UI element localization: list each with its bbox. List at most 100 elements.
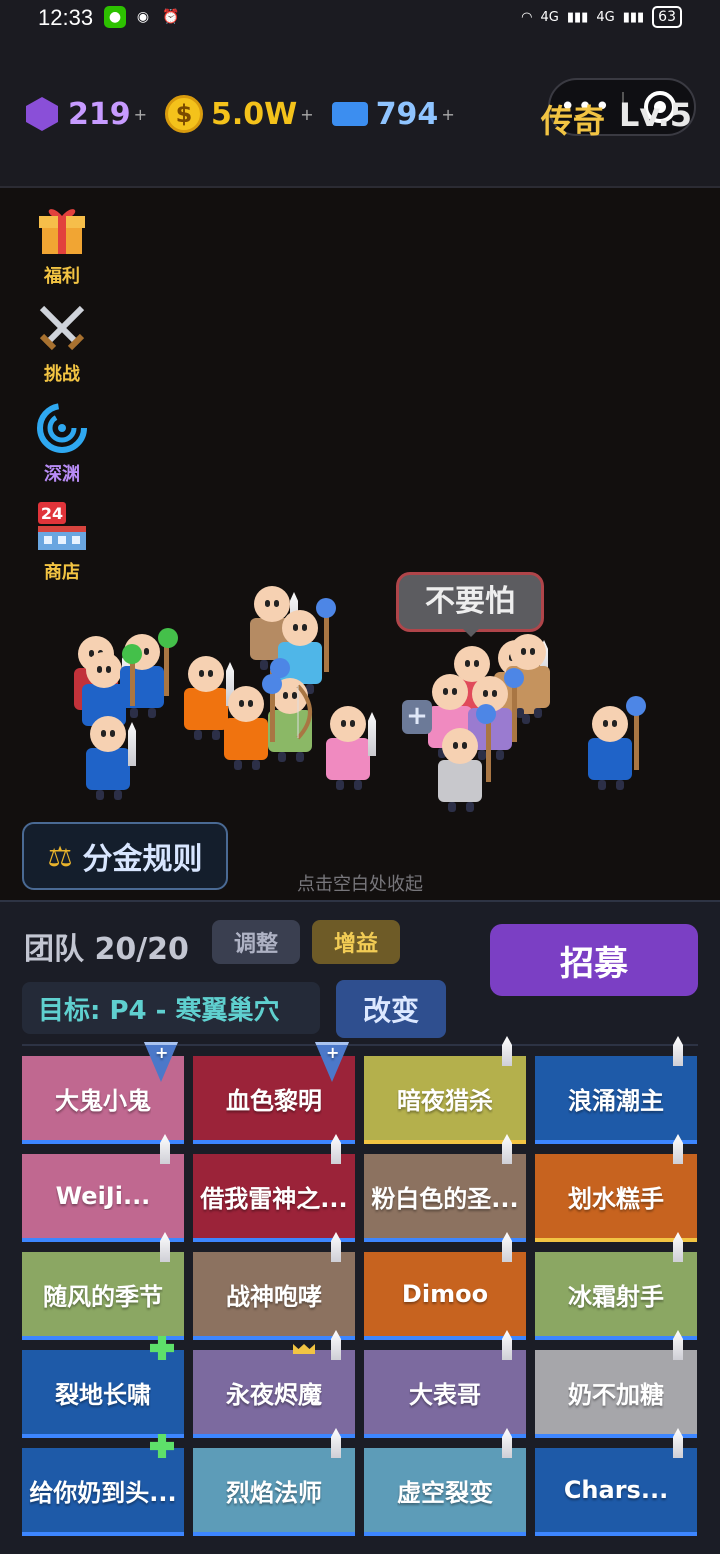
side-button-label: 挑战: [44, 364, 80, 385]
signal-icon: ▮▮▮: [566, 9, 589, 25]
staff: [512, 682, 517, 742]
hero-unit[interactable]: [588, 706, 632, 790]
team-panel: 团队 20/20 调整 增益 招募 目标: P4 - 寒翼巢穴 改变 大鬼小鬼 血…: [0, 900, 720, 1554]
green-orb-icon: [122, 644, 142, 664]
ticket-icon: [331, 102, 368, 126]
staff: [486, 722, 491, 782]
member-card[interactable]: 血色黎明: [193, 1042, 355, 1144]
staff: [634, 708, 639, 770]
coin-count: 5.0W: [211, 96, 298, 132]
member-card[interactable]: 奶不加糖: [535, 1330, 697, 1438]
coin-plus[interactable]: +: [300, 105, 313, 124]
network-1-label: 4G: [540, 9, 559, 25]
member-card[interactable]: 永夜烬魔: [193, 1330, 355, 1438]
member-card[interactable]: 裂地长啸: [22, 1336, 184, 1438]
member-name: 奶不加糖: [568, 1380, 664, 1409]
member-card[interactable]: 冰霜射手: [535, 1232, 697, 1340]
change-target-button[interactable]: 改变: [336, 980, 446, 1038]
side-button-abyss[interactable]: 深渊: [30, 402, 94, 486]
side-button-welfare[interactable]: 福利: [30, 204, 94, 288]
member-card[interactable]: 随风的季节: [22, 1232, 184, 1340]
tap-hint: 点击空白处收起: [297, 874, 423, 895]
buff-button[interactable]: 增益: [312, 920, 400, 964]
dagger-marker-icon: [673, 1036, 683, 1066]
shield-badge-icon: [144, 1042, 178, 1082]
notification-icons: ● ◉ ⏰: [104, 6, 182, 28]
member-name: 大表哥: [409, 1380, 481, 1409]
member-card[interactable]: 大鬼小鬼: [22, 1042, 184, 1144]
hexagon-gem-icon: [26, 97, 58, 131]
sword-icon: [368, 712, 376, 756]
member-card[interactable]: 大表哥: [364, 1330, 526, 1438]
dagger-marker-icon: [502, 1036, 512, 1066]
member-card[interactable]: 暗夜猎杀: [364, 1036, 526, 1144]
bow-icon: [296, 684, 312, 740]
adjust-button[interactable]: 调整: [212, 920, 300, 964]
recruit-button[interactable]: 招募: [490, 924, 698, 996]
side-button-challenge[interactable]: 挑战: [30, 302, 94, 386]
member-name: Dimoo: [401, 1280, 489, 1308]
side-button-shop[interactable]: 24 商店: [30, 500, 94, 584]
sword-icon: [128, 722, 136, 766]
staff: [324, 612, 329, 672]
gift-icon: [39, 209, 85, 254]
member-name: Chars...: [563, 1476, 669, 1504]
member-card[interactable]: WeiJi...: [22, 1134, 184, 1242]
crossed-swords-icon: [39, 305, 85, 351]
side-button-label: 商店: [44, 562, 80, 583]
member-card[interactable]: 粉白色的圣...: [364, 1134, 526, 1242]
member-card[interactable]: 虚空裂变: [364, 1428, 526, 1536]
coin-resource[interactable]: $ 5.0W +: [165, 95, 314, 133]
battle-field[interactable]: 福利 挑战 深渊 24 商店 不要怕 + ⚖ 分金规则 点击空白处收起: [0, 186, 720, 900]
rank-level: Lv.5: [618, 96, 692, 134]
blue-orb-icon: [316, 598, 336, 618]
member-card[interactable]: 战神咆哮: [193, 1232, 355, 1340]
member-name: 虚空裂变: [397, 1478, 493, 1507]
wechat-icon: ●: [104, 6, 126, 28]
side-button-label: 福利: [44, 266, 80, 287]
target-stage: 目标: P4 - 寒翼巢穴: [22, 982, 320, 1034]
member-name: 血色黎明: [226, 1086, 322, 1115]
member-name: 借我雷神之...: [200, 1184, 348, 1213]
hero-unit[interactable]: [326, 706, 370, 790]
coin-icon: $: [165, 95, 204, 133]
hero-unit[interactable]: [86, 716, 130, 800]
hero-unit[interactable]: [438, 728, 482, 812]
rank-display: 传奇 Lv.5: [541, 96, 692, 142]
hero-unit[interactable]: [184, 656, 228, 740]
member-name: 划水糕手: [568, 1184, 664, 1213]
member-card[interactable]: 浪涌潮主: [535, 1036, 697, 1144]
shield-badge-icon: [315, 1042, 349, 1082]
member-card[interactable]: 烈焰法师: [193, 1428, 355, 1536]
gem-plus[interactable]: +: [134, 105, 147, 124]
member-name: 浪涌潮主: [568, 1086, 664, 1115]
member-name: 粉白色的圣...: [371, 1184, 519, 1213]
member-name: WeiJi...: [55, 1182, 151, 1210]
shop-badge: 24: [41, 504, 63, 523]
member-card[interactable]: 划水糕手: [535, 1134, 697, 1242]
member-card[interactable]: Dimoo: [364, 1232, 526, 1340]
member-name: 烈焰法师: [226, 1478, 322, 1507]
ticket-plus[interactable]: +: [441, 105, 454, 124]
member-name: 大鬼小鬼: [55, 1086, 151, 1115]
battery-indicator: 63: [652, 6, 682, 28]
gem-resource[interactable]: 219 +: [24, 95, 147, 133]
member-card[interactable]: Chars...: [535, 1428, 697, 1536]
rank-title: 传奇: [540, 102, 605, 140]
member-card[interactable]: 给你奶到头...: [22, 1434, 184, 1536]
team-count: 团队 20/20: [24, 932, 189, 967]
blue-orb-icon: [270, 658, 290, 678]
signal-icon-2: ▮▮▮: [622, 9, 645, 25]
side-button-label: 深渊: [44, 464, 80, 485]
member-card[interactable]: 借我雷神之...: [193, 1134, 355, 1242]
ticket-resource[interactable]: 794 +: [331, 97, 455, 132]
divider: [22, 1044, 698, 1046]
blue-orb-icon: [626, 696, 646, 716]
member-name: 给你奶到头...: [29, 1478, 177, 1507]
alarm-icon: ⏰: [162, 9, 180, 25]
member-name: 随风的季节: [43, 1282, 163, 1311]
hero-unit[interactable]: [224, 686, 268, 770]
green-orb-icon: [158, 628, 178, 648]
member-grid: 大鬼小鬼 血色黎明 暗夜猎杀 浪涌潮主 WeiJi... 借我雷神之... 粉白色的圣...…: [22, 1036, 698, 1536]
shop-24-icon: 24: [38, 502, 86, 550]
